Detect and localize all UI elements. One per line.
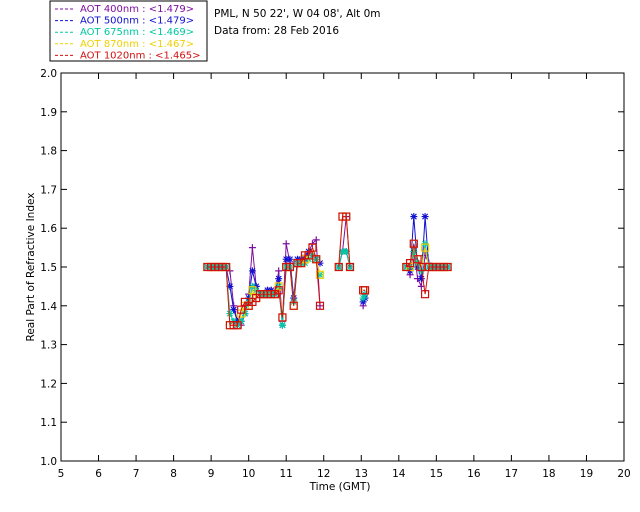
x-tick-label: 12 — [317, 468, 330, 480]
y-tick-label: 1.6 — [40, 223, 57, 235]
x-tick-label: 13 — [355, 468, 368, 480]
x-tick-label: 8 — [170, 468, 177, 480]
legend-label: AOT 675nm : <1.469> — [80, 27, 194, 38]
y-tick-label: 1.1 — [40, 417, 57, 429]
x-tick-label: 19 — [580, 468, 593, 480]
data-point — [410, 213, 418, 221]
legend: AOT 400nm : <1.479>AOT 500nm : <1.479>AO… — [49, 0, 208, 62]
x-tick-label: 14 — [392, 468, 406, 480]
y-tick-label: 1.2 — [40, 378, 57, 390]
data-point — [248, 267, 256, 275]
y-tick-label: 1.8 — [40, 146, 57, 158]
x-tick-label: 5 — [58, 468, 65, 480]
refractive-index-chart: AOT 400nm : <1.479>AOT 500nm : <1.479>AO… — [0, 0, 640, 512]
data-point — [275, 275, 283, 283]
x-tick-label: 9 — [208, 468, 215, 480]
y-tick-label: 1.7 — [40, 184, 57, 196]
y-tick-label: 1.9 — [40, 107, 57, 119]
x-tick-label: 16 — [467, 468, 481, 480]
legend-label: AOT 1020nm : <1.465> — [80, 50, 200, 61]
x-tick-label: 18 — [542, 468, 555, 480]
data-point — [226, 310, 234, 318]
x-tick-label: 20 — [617, 468, 630, 480]
y-tick-label: 2.0 — [40, 68, 57, 80]
station-info-location: PML, N 50 22', W 04 08', Alt 0m — [214, 8, 381, 20]
station-info-date: Data from: 28 Feb 2016 — [214, 25, 339, 37]
legend-label: AOT 400nm : <1.479> — [80, 4, 194, 15]
x-tick-label: 10 — [242, 468, 255, 480]
data-point — [286, 255, 294, 263]
y-tick-label: 1.5 — [40, 262, 57, 274]
y-tick-label: 1.3 — [40, 340, 57, 352]
y-tick-label: 1.4 — [40, 301, 57, 313]
data-point — [421, 213, 429, 221]
y-axis-label: Real Part of Refractive Index — [25, 193, 37, 342]
x-tick-label: 7 — [133, 468, 140, 480]
data-point — [278, 321, 286, 329]
x-tick-label: 15 — [430, 468, 443, 480]
legend-label: AOT 500nm : <1.479> — [80, 16, 194, 27]
legend-label: AOT 870nm : <1.467> — [80, 39, 194, 50]
x-tick-label: 17 — [505, 468, 518, 480]
x-tick-label: 11 — [280, 468, 293, 480]
y-tick-label: 1.0 — [40, 456, 57, 468]
x-tick-label: 6 — [95, 468, 102, 480]
x-axis-label: Time (GMT) — [309, 481, 371, 493]
